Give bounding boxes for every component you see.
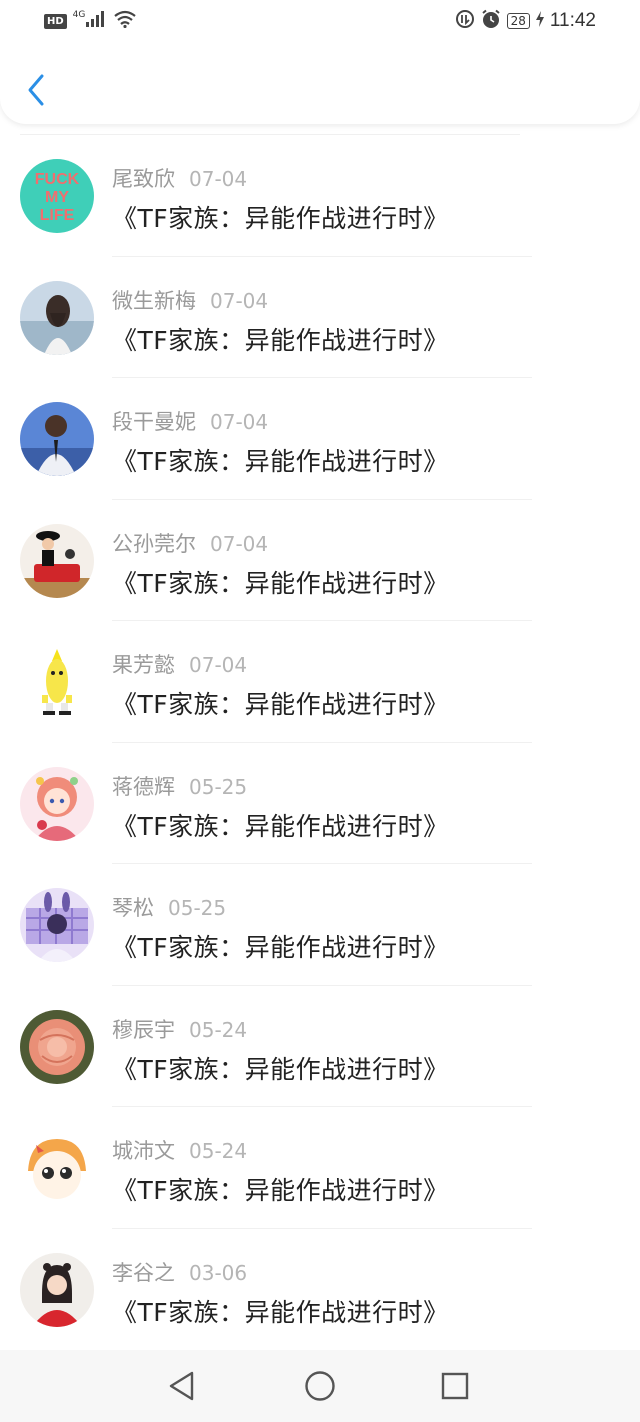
post-date: 05-25 — [168, 896, 227, 920]
list-item[interactable]: 穆辰宇 05-24 《TF家族：异能作战进行时》 — [0, 986, 640, 1107]
avatar-text-1: FUCK — [35, 171, 80, 188]
user-name[interactable]: 李谷之 — [112, 1261, 175, 1285]
list-item[interactable]: 段干曼妮 07-04 《TF家族：异能作战进行时》 — [0, 378, 640, 500]
avatar[interactable] — [20, 766, 94, 841]
user-name[interactable]: 城沛文 — [112, 1139, 175, 1163]
avatar[interactable] — [20, 888, 94, 962]
name-line: 琴松 05-25 — [112, 892, 226, 922]
book-title[interactable]: 《TF家族：异能作战进行时》 — [112, 1050, 449, 1086]
status-right: 28 11:42 — [455, 9, 596, 33]
status-bar: HD 4G 28 11:42 — [0, 0, 640, 44]
name-line: 城沛文 05-24 — [112, 1135, 247, 1165]
book-title[interactable]: 《TF家族：异能作战进行时》 — [112, 928, 449, 964]
post-date: 07-04 — [189, 653, 248, 677]
triangle-back-icon — [169, 1371, 194, 1401]
name-line: 尾致欣 07-04 — [112, 163, 247, 193]
user-name[interactable]: 果芳懿 — [112, 653, 175, 677]
status-time: 11:42 — [549, 10, 596, 31]
post-date: 07-04 — [210, 288, 269, 313]
avatar[interactable] — [20, 1131, 94, 1205]
avatar[interactable]: FUCK MY LIFE — [20, 159, 94, 233]
list-item[interactable]: 微生新梅 07-04 《TF家族：异能作战进行时》 — [0, 257, 640, 378]
list-item[interactable]: 果芳懿 07-04 《TF家族：异能作战进行时》 — [0, 621, 640, 743]
network-label: 4G — [72, 10, 86, 20]
avatar[interactable] — [20, 523, 94, 598]
post-date: 07-04 — [210, 410, 269, 434]
data-saver-icon — [455, 9, 475, 33]
avatar-text-2: MY — [45, 189, 69, 206]
user-name[interactable]: 蒋德辉 — [112, 775, 175, 799]
book-title[interactable]: 《TF家族：异能作战进行时》 — [112, 199, 449, 235]
book-title[interactable]: 《TF家族：异能作战进行时》 — [112, 1293, 449, 1329]
list-item[interactable]: 琴松 05-25 《TF家族：异能作战进行时》 — [0, 864, 640, 986]
chevron-left-icon — [28, 74, 44, 106]
avatar[interactable] — [20, 1009, 94, 1084]
circle-home-icon — [305, 1371, 335, 1401]
header: HD 4G 28 11:42 — [0, 0, 640, 124]
system-nav-bar — [0, 1350, 640, 1422]
name-line: 蒋德辉 05-25 — [112, 771, 247, 801]
avatar-text-3: LIFE — [40, 207, 75, 224]
list-item[interactable]: 李谷之 03-06 《TF家族：异能作战进行时》 — [0, 1229, 640, 1351]
book-title[interactable]: 《TF家族：异能作战进行时》 — [112, 807, 449, 843]
nav-recents-button[interactable] — [437, 1368, 473, 1404]
avatar[interactable] — [20, 402, 94, 476]
signal-icon — [85, 10, 107, 32]
post-date: 03-06 — [189, 1260, 248, 1285]
name-line: 微生新梅 07-04 — [112, 285, 268, 315]
avatar[interactable] — [20, 1252, 94, 1327]
name-line: 穆辰宇 05-24 — [112, 1014, 247, 1044]
post-date: 05-24 — [189, 1139, 248, 1163]
list-item[interactable]: 城沛文 05-24 《TF家族：异能作战进行时》 — [0, 1107, 640, 1229]
square-recents-icon — [441, 1372, 469, 1400]
message-list: FUCK MY LIFE 尾致欣 07-04 《TF家族：异能作战进行时》 微生… — [0, 135, 640, 1350]
name-line: 李谷之 03-06 — [112, 1257, 247, 1287]
book-title[interactable]: 《TF家族：异能作战进行时》 — [112, 685, 449, 721]
user-name[interactable]: 公孙莞尔 — [112, 532, 196, 556]
book-title[interactable]: 《TF家族：异能作战进行时》 — [112, 321, 449, 357]
name-line: 果芳懿 07-04 — [112, 649, 247, 679]
charging-icon — [535, 11, 544, 31]
user-name[interactable]: 微生新梅 — [112, 289, 196, 313]
hd-badge: HD — [44, 13, 67, 29]
avatar[interactable] — [20, 645, 94, 719]
status-left: HD 4G — [44, 10, 137, 32]
name-line: 段干曼妮 07-04 — [112, 406, 268, 436]
user-name[interactable]: 穆辰宇 — [112, 1018, 175, 1042]
post-date: 07-04 — [189, 167, 248, 191]
screen: HD 4G 28 11:42 FUCK MY LIFE 尾致欣 07-04 《T… — [0, 0, 640, 1422]
name-line: 公孙莞尔 07-04 — [112, 528, 268, 558]
nav-back-button[interactable] — [164, 1368, 200, 1404]
back-button[interactable] — [18, 70, 54, 110]
list-item[interactable]: 公孙莞尔 07-04 《TF家族：异能作战进行时》 — [0, 500, 640, 621]
post-date: 05-25 — [189, 774, 248, 799]
list-item[interactable]: 蒋德辉 05-25 《TF家族：异能作战进行时》 — [0, 743, 640, 864]
book-title[interactable]: 《TF家族：异能作战进行时》 — [112, 564, 449, 600]
battery-indicator: 28 — [506, 13, 530, 29]
book-title[interactable]: 《TF家族：异能作战进行时》 — [112, 1171, 449, 1207]
wifi-icon — [113, 10, 137, 32]
user-name[interactable]: 琴松 — [112, 896, 154, 920]
user-name[interactable]: 尾致欣 — [112, 167, 175, 191]
book-title[interactable]: 《TF家族：异能作战进行时》 — [112, 442, 449, 478]
post-date: 07-04 — [210, 531, 269, 556]
post-date: 05-24 — [189, 1017, 248, 1042]
list-item[interactable]: FUCK MY LIFE 尾致欣 07-04 《TF家族：异能作战进行时》 — [0, 135, 640, 257]
user-name[interactable]: 段干曼妮 — [112, 410, 196, 434]
alarm-icon — [481, 9, 501, 33]
nav-home-button[interactable] — [302, 1368, 338, 1404]
avatar[interactable] — [20, 280, 94, 355]
